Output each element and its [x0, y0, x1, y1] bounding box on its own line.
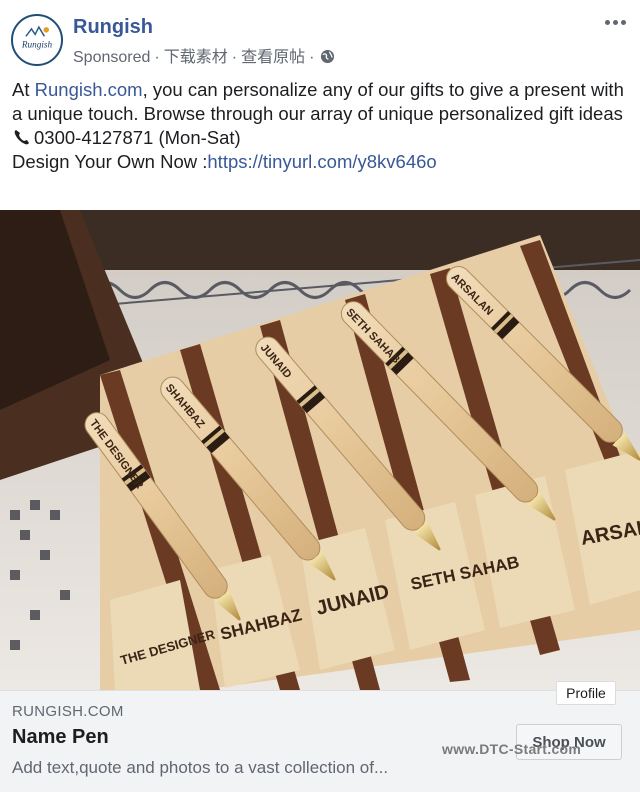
view-original-link[interactable]: 查看原帖 — [241, 49, 305, 66]
site-link[interactable]: Rungish.com — [35, 79, 143, 100]
more-options-icon[interactable] — [602, 12, 628, 32]
post-meta: Sponsored · 下载素材 · 查看原帖 · — [73, 43, 335, 67]
post-text: At Rungish.com, you can personalize any … — [12, 78, 630, 174]
phone-line: 0300-4127871 (Mon-Sat) — [12, 126, 630, 150]
pens-photo: THE DESIGNERSHAHBAZJUNAID SETH SAHABARSAL… — [0, 210, 640, 690]
page-name[interactable]: Rungish — [73, 16, 153, 39]
sponsored-label[interactable]: Sponsored — [73, 49, 150, 66]
link-description: Add text,quote and photos to a vast coll… — [12, 758, 389, 777]
phone-icon — [14, 130, 29, 145]
profile-tag[interactable]: Profile — [556, 681, 616, 705]
phone-number: 0300-4127871 (Mon-Sat) — [34, 127, 241, 148]
globe-icon — [321, 49, 335, 64]
post-image[interactable]: THE DESIGNER SHAHBAZ JUNAID SETH SAHAB ARSAL… — [0, 210, 640, 690]
design-link[interactable]: https://tinyurl.com/y8kv646o — [207, 151, 436, 172]
avatar-text: Rungish — [21, 39, 53, 49]
post-intro: At Rungish.com, you can personalize any … — [12, 79, 624, 124]
post-header: Rungish Rungish Sponsored · 下载素材 · 查看原帖 · — [0, 0, 640, 76]
link-title[interactable]: Name Pen — [12, 726, 109, 749]
download-link[interactable]: 下载素材 — [164, 49, 228, 66]
watermark: www.DTC-Start.com — [442, 741, 582, 757]
rungish-logo-icon: Rungish — [14, 17, 60, 63]
page-avatar[interactable]: Rungish — [11, 14, 63, 66]
link-domain: RUNGISH.COM — [12, 703, 124, 720]
design-line: Design Your Own Now :https://tinyurl.com… — [12, 151, 437, 172]
